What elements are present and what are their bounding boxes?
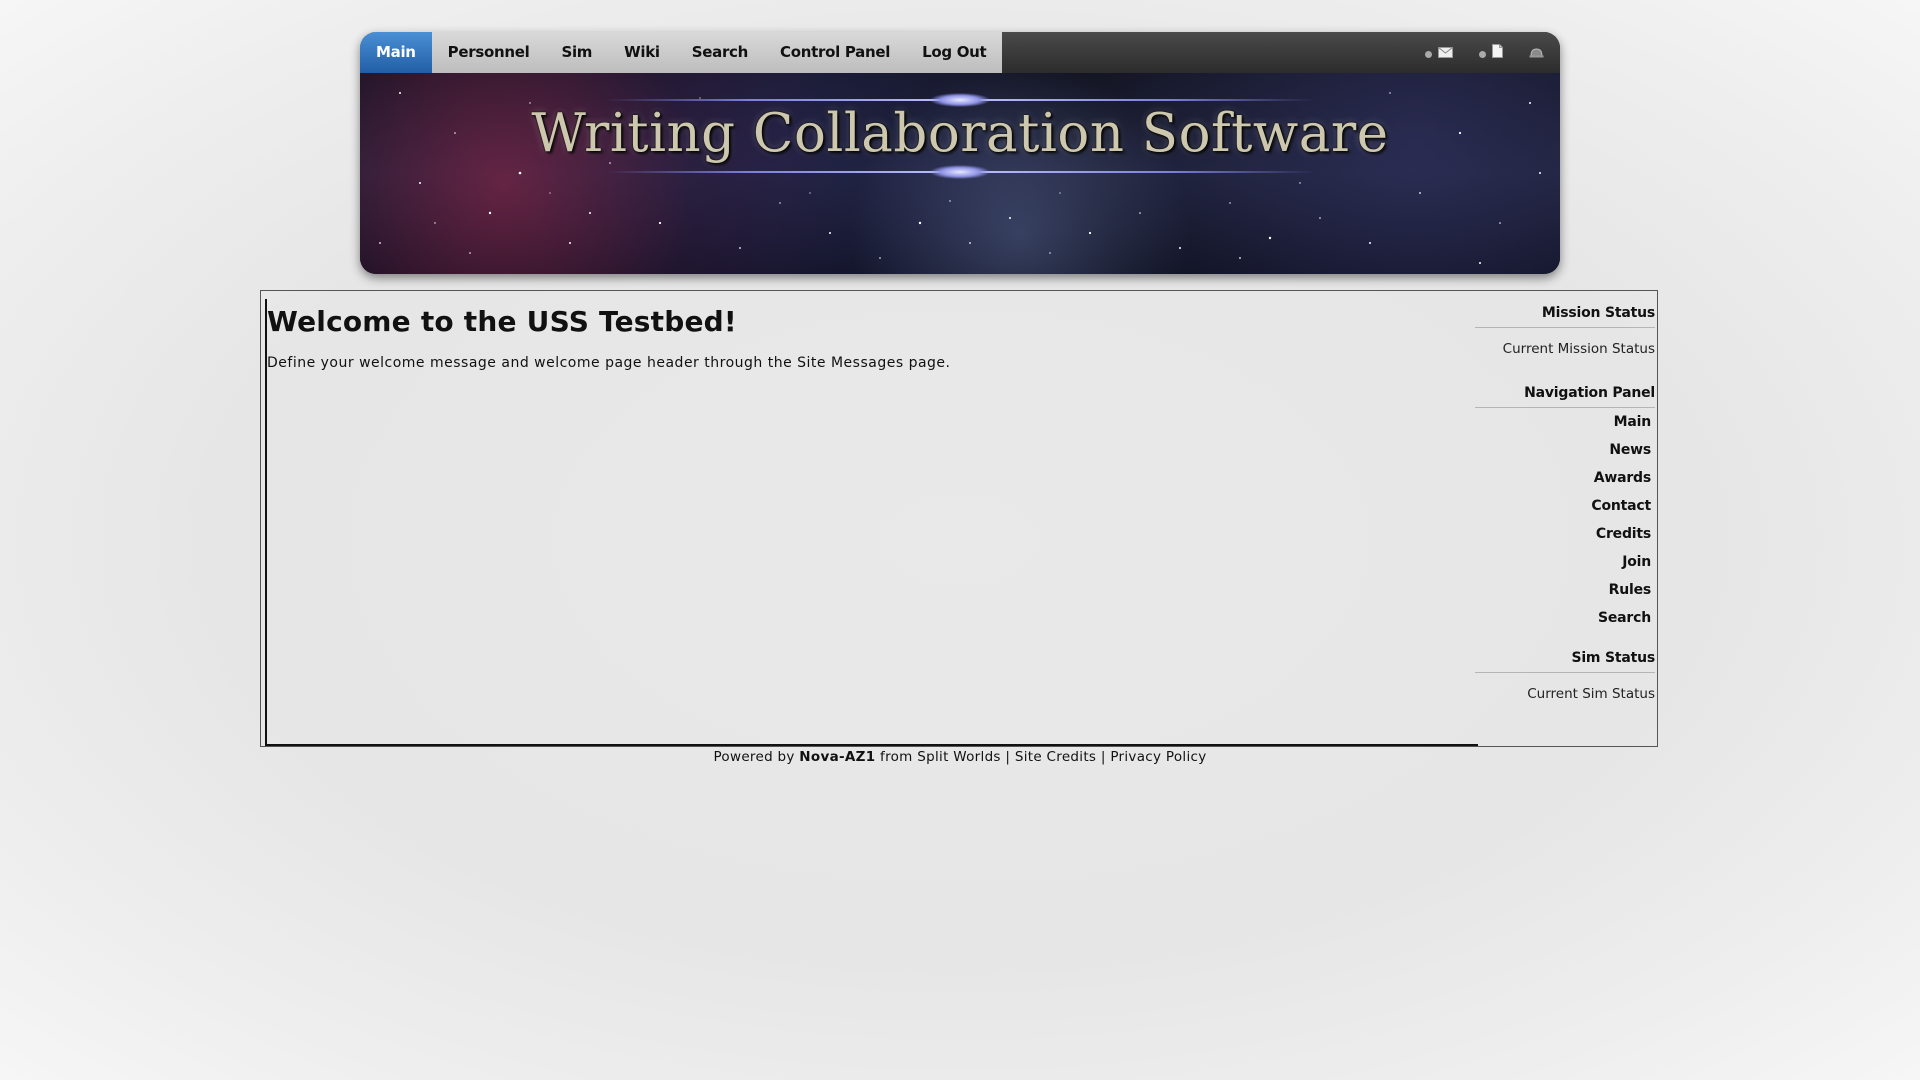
document-icon[interactable] (1492, 43, 1503, 62)
mission-status-heading: Mission Status (1475, 305, 1655, 328)
main-nav-tabs: Main Personnel Sim Wiki Search Control P… (360, 32, 1003, 73)
user-icons (1425, 43, 1544, 62)
footer-site-credits-link[interactable]: Site Credits (1015, 749, 1096, 765)
footer-privacy-policy-link[interactable]: Privacy Policy (1110, 749, 1206, 765)
footer-separator: | (1100, 749, 1106, 765)
sidebar-item-news[interactable]: News (1609, 442, 1651, 458)
mail-icon[interactable] (1438, 43, 1453, 62)
hat-icon[interactable] (1529, 43, 1544, 62)
sidebar-item-main[interactable]: Main (1614, 414, 1652, 430)
tab-sim[interactable]: Sim (545, 32, 608, 73)
sidebar-item-awards[interactable]: Awards (1594, 470, 1651, 486)
current-mission-status-link[interactable]: Current Mission Status (1503, 341, 1655, 357)
footer-from: from Split Worlds (880, 749, 1001, 765)
sidebar-item-search[interactable]: Search (1598, 610, 1651, 626)
sidebar-item-contact[interactable]: Contact (1591, 498, 1651, 514)
page-title: Welcome to the USS Testbed! (267, 305, 737, 338)
footer-separator: | (1005, 749, 1011, 765)
content-box: Welcome to the USS Testbed! Define your … (260, 290, 1658, 747)
status-dot (1479, 51, 1486, 58)
site-header: Main Personnel Sim Wiki Search Control P… (360, 32, 1560, 274)
footer: Powered by Nova-AZ1 from Split Worlds | … (0, 749, 1920, 765)
tab-control-panel[interactable]: Control Panel (764, 32, 906, 73)
sidebar-item-credits[interactable]: Credits (1596, 526, 1651, 542)
navigation-panel-heading: Navigation Panel (1475, 385, 1655, 408)
status-dot (1425, 51, 1432, 58)
tab-personnel[interactable]: Personnel (432, 32, 546, 73)
sim-status-heading: Sim Status (1475, 650, 1655, 673)
top-navbar: Main Personnel Sim Wiki Search Control P… (360, 32, 1560, 73)
welcome-message: Define your welcome message and welcome … (267, 355, 951, 371)
site-banner: Writing Collaboration Software (360, 73, 1560, 274)
main-content: Welcome to the USS Testbed! Define your … (265, 299, 1478, 746)
footer-powered-by: Powered by (713, 749, 795, 765)
banner-ornament (930, 165, 990, 179)
footer-nova-link[interactable]: Nova-AZ1 (799, 749, 875, 765)
sidebar-item-rules[interactable]: Rules (1609, 582, 1652, 598)
tab-main[interactable]: Main (360, 32, 432, 73)
sidebar-item-join[interactable]: Join (1622, 554, 1651, 570)
tab-search[interactable]: Search (676, 32, 764, 73)
tab-wiki[interactable]: Wiki (608, 32, 676, 73)
tab-log-out[interactable]: Log Out (906, 32, 1002, 73)
sidebar: Mission Status Current Mission Status Na… (1475, 291, 1655, 746)
site-title: Writing Collaboration Software (531, 103, 1389, 164)
current-sim-status-link[interactable]: Current Sim Status (1527, 686, 1655, 702)
